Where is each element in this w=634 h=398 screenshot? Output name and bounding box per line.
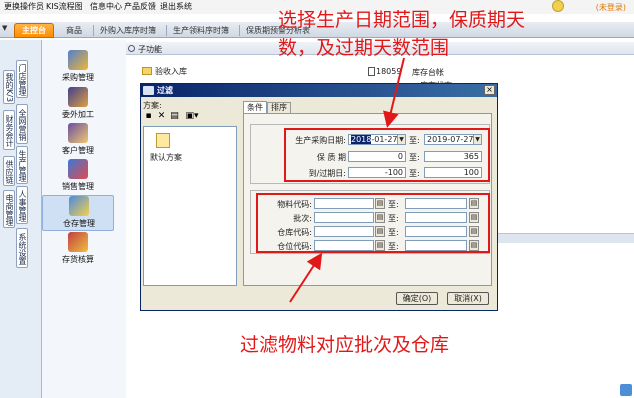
folder-icon <box>142 67 152 75</box>
annotation-bottom: 过滤物料对应批次及仓库 <box>240 334 450 356</box>
cancel-button[interactable]: 取消(X) <box>447 292 489 305</box>
sidebar-tab-my-k3[interactable]: 我的K/3 <box>3 70 15 104</box>
subfunc-title: 子功能 <box>138 45 162 54</box>
menu-exit-system[interactable]: 退出系统 <box>160 1 192 12</box>
dialog-title: 过滤 <box>157 86 173 95</box>
tab-goods[interactable]: 商品 <box>66 25 82 36</box>
menu-info-center[interactable]: 信息中心 <box>90 1 122 12</box>
purchase-icon <box>68 50 88 70</box>
scheme-list[interactable] <box>143 126 237 286</box>
tab-sort[interactable]: 排序 <box>267 102 291 113</box>
menu-kis-flowchart[interactable]: KIS流程图 <box>46 1 83 12</box>
tab-purchase-receipt-list[interactable]: 外购入库序时簿 <box>100 25 156 36</box>
annotation-box-material <box>256 193 490 253</box>
tab-separator <box>166 25 167 36</box>
subfunc-icon <box>128 45 135 52</box>
module-inventory-accounting[interactable]: 存货核算 <box>42 232 114 268</box>
save-icon[interactable]: ▪ <box>143 111 154 123</box>
customer-icon <box>68 123 88 143</box>
func-intake[interactable]: 验收入库 <box>155 66 187 77</box>
tab-dropdown-icon[interactable]: ▼ <box>2 24 12 36</box>
tab-separator <box>239 25 240 36</box>
annotation-box-dates <box>284 128 490 182</box>
tray-icon[interactable] <box>620 384 632 396</box>
truck-icon <box>68 159 88 179</box>
module-outsourcing[interactable]: 委外加工 <box>42 87 114 123</box>
scheme-label: 方案: <box>143 101 162 110</box>
module-customer[interactable]: 客户管理 <box>42 123 114 159</box>
sidebar-tab-hr[interactable]: 人事管理 <box>16 186 28 224</box>
inventory-accounting-icon <box>68 232 88 252</box>
warehouse-icon <box>69 196 89 216</box>
login-status: (未登录) <box>595 3 626 12</box>
annotation-top-line1: 选择生产日期范围，保质期天 <box>278 9 526 31</box>
ok-button[interactable]: 确定(O) <box>396 292 438 305</box>
list-header-strip <box>498 233 634 243</box>
dialog-titlebar[interactable] <box>141 84 497 97</box>
sidebar-tab-ecommerce[interactable]: 电商管理 <box>3 190 15 228</box>
sidebar-tab-production[interactable]: 生产管理 <box>16 146 28 184</box>
delete-icon[interactable]: ✕ <box>156 111 167 123</box>
tab-production-issue-list[interactable]: 生产领料序时簿 <box>173 25 229 36</box>
func-code[interactable]: 18059 <box>376 67 401 76</box>
menu-change-operator[interactable]: 更换操作员 <box>4 1 44 12</box>
user-avatar[interactable] <box>552 0 564 12</box>
close-button[interactable]: × <box>484 85 495 95</box>
folder-open-icon[interactable]: ▤ <box>169 111 180 123</box>
scheme-file-icon[interactable] <box>156 133 170 148</box>
tab-conditions[interactable]: 条件 <box>243 101 267 113</box>
annotation-top-line2: 数，及过期天数范围 <box>278 37 450 59</box>
sidebar-tab-supply-chain[interactable]: 供应链 <box>3 156 15 186</box>
sidebar-tab-marketing[interactable]: 全网营销 <box>16 104 28 144</box>
module-sales[interactable]: 销售管理 <box>42 159 114 195</box>
document-icon <box>368 67 375 76</box>
tab-home[interactable]: 主控台 <box>14 23 54 38</box>
sidebar-tab-store[interactable]: 门店管理 <box>16 60 28 98</box>
func-inventory-ledger[interactable]: 库存台帐 <box>412 67 444 78</box>
module-purchase[interactable]: 采购管理 <box>42 50 114 86</box>
module-warehouse[interactable]: 仓存管理 <box>42 195 114 231</box>
outsourcing-icon <box>68 87 88 107</box>
scheme-item-default[interactable]: 默认方案 <box>150 152 182 163</box>
kis-logo-icon <box>143 86 154 95</box>
tab-separator <box>93 25 94 36</box>
scheme-toolbar: ▪ ✕ ▤ ▣▾ <box>143 111 237 125</box>
menu-product-feedback[interactable]: 产品反馈 <box>124 1 156 12</box>
options-dropdown-icon[interactable]: ▣▾ <box>183 111 201 123</box>
sidebar-tab-finance[interactable]: 财务会计 <box>3 110 15 150</box>
sidebar-tab-system[interactable]: 系统设置 <box>16 228 28 268</box>
